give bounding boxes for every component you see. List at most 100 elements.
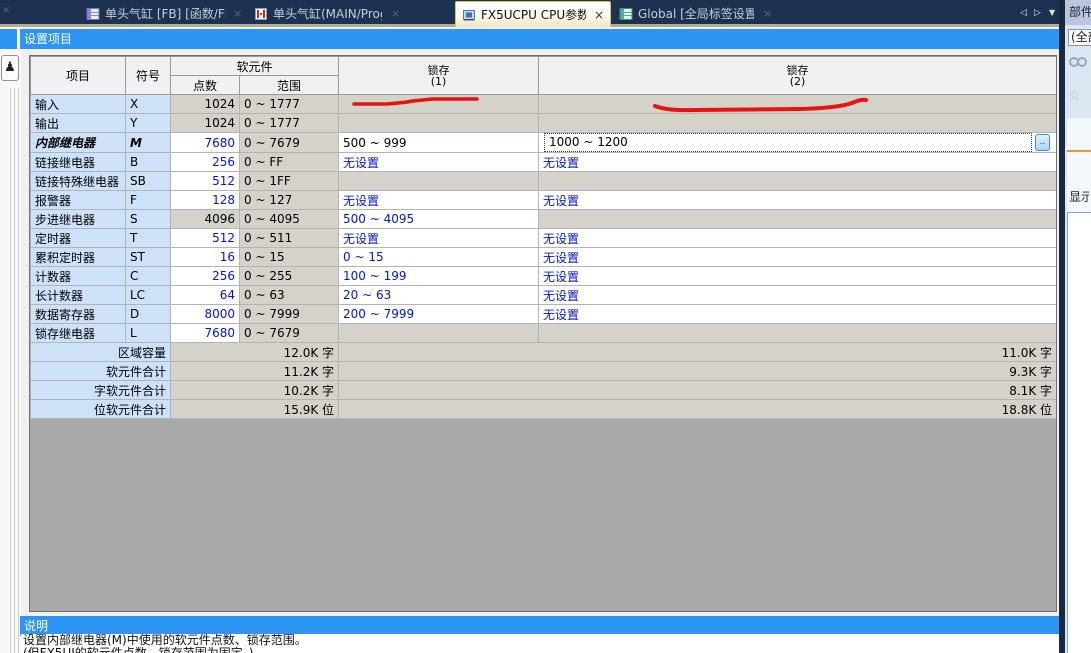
latch1-cell[interactable]: 500 ~ 999 — [339, 133, 539, 153]
range-cell: 0 ~ 7999 — [240, 305, 339, 324]
document-tab-2[interactable]: 单头气缸(MAIN/ProgPou/单... — [248, 3, 388, 24]
latch1-cell[interactable]: 200 ~ 7999 — [339, 305, 539, 324]
find-icon[interactable] — [1068, 54, 1088, 70]
device-symbol-cell: M — [126, 133, 171, 153]
summary-latch-value: 18.8K 位 — [339, 400, 1057, 419]
range-cell: 0 ~ FF — [240, 153, 339, 172]
inactive-tab-close-icon[interactable]: × — [763, 7, 772, 20]
points-cell[interactable]: 7680 — [171, 133, 240, 153]
display-target-tab[interactable]: 显示 — [1069, 188, 1089, 205]
device-item-cell: 输出 — [31, 114, 126, 133]
summary-latch-value: 9.3K 字 — [339, 362, 1057, 381]
summary-label: 软元件合计 — [31, 362, 171, 381]
summary-row-3: 字软元件合计10.2K 字8.1K 字 — [31, 381, 1057, 400]
points-cell[interactable]: 7680 — [171, 324, 240, 343]
range-cell: 0 ~ 127 — [240, 191, 339, 210]
device-symbol-cell: X — [126, 95, 171, 114]
caption-stub — [0, 29, 17, 49]
range-cell: 0 ~ 511 — [240, 229, 339, 248]
document-tab-4[interactable]: Global [全局标签设置] — [613, 3, 760, 24]
latch2-cell[interactable]: 无设置 — [539, 267, 1057, 286]
device-row-M: 内部继电器M76800 ~ 7679500 ~ 9991000 ~ 1200.. — [31, 133, 1057, 153]
tab-label: FX5UCPU CPU参数 — [481, 6, 586, 23]
latch2-cell[interactable]: 无设置 — [539, 191, 1057, 210]
document-tab-3[interactable]: FX5UCPU CPU参数 × — [455, 1, 611, 27]
latch2-cell[interactable]: 无设置 — [539, 229, 1057, 248]
latch1-cell[interactable]: 500 ~ 4095 — [339, 210, 539, 229]
points-cell[interactable]: 16 — [171, 248, 240, 267]
col-header-device: 软元件 — [171, 57, 339, 76]
device-row-S: 步进继电器S40960 ~ 4095500 ~ 4095 — [31, 210, 1057, 229]
summary-row-4: 位软元件合计15.9K 位18.8K 位 — [31, 400, 1057, 419]
inactive-tab-close-icon[interactable]: × — [233, 7, 242, 20]
points-cell[interactable]: 512 — [171, 229, 240, 248]
device-symbol-cell: T — [126, 229, 171, 248]
device-symbol-cell: Y — [126, 114, 171, 133]
device-symbol-cell: SB — [126, 172, 171, 191]
tab-close-icon[interactable]: × — [594, 8, 604, 22]
points-cell[interactable]: 512 — [171, 172, 240, 191]
summary-row-2: 软元件合计11.2K 字9.3K 字 — [31, 362, 1057, 381]
summary-latch-value: 11.0K 字 — [339, 343, 1057, 362]
points-cell[interactable]: 64 — [171, 286, 240, 305]
device-item-cell: 链接特殊继电器 — [31, 172, 126, 191]
latch1-cell-disabled — [339, 114, 539, 133]
favorites-star-icon[interactable]: ☆ — [1068, 86, 1081, 104]
device-table: 项目符号软元件锁存(1)锁存(2)点数范围输入X10240 ~ 1777输出Y1… — [30, 56, 1057, 419]
document-tab-1[interactable]: 单头气缸 [FB] [函数/FB标签设... — [80, 3, 232, 24]
latch2-cell[interactable]: 无设置 — [539, 248, 1057, 267]
latch1-cell[interactable]: 100 ~ 199 — [339, 267, 539, 286]
browse-button[interactable]: .. — [1035, 134, 1050, 151]
device-row-SB: 链接特殊继电器SB5120 ~ 1FF — [31, 172, 1057, 191]
range-cell: 0 ~ 1777 — [240, 95, 339, 114]
points-cell[interactable]: 256 — [171, 153, 240, 172]
element-filter-combobox[interactable]: (全部) — [1068, 29, 1091, 46]
left-tool-button[interactable]: ♟ — [1, 55, 19, 81]
points-cell[interactable]: 256 — [171, 267, 240, 286]
inactive-tab-close-icon[interactable]: × — [391, 7, 400, 20]
element-selection-title: 部件 — [1065, 0, 1091, 25]
device-symbol-cell: B — [126, 153, 171, 172]
tab-label: Global [全局标签设置] — [638, 5, 754, 22]
latch1-cell[interactable]: 无设置 — [339, 229, 539, 248]
points-cell[interactable]: 128 — [171, 191, 240, 210]
latch2-cell[interactable]: 无设置 — [539, 305, 1057, 324]
gx-works3-window: × ◁ ▷ ▼ 单头气缸 [FB] [函数/FB标签设... 单头气缸(MAIN/… — [0, 0, 1091, 653]
range-cell: 0 ~ 4095 — [240, 210, 339, 229]
global-label-icon — [619, 7, 633, 21]
latch1-cell[interactable]: 0 ~ 15 — [339, 248, 539, 267]
col-header-points: 点数 — [171, 76, 240, 95]
device-row-F: 报警器F1280 ~ 127无设置无设置 — [31, 191, 1057, 210]
program-icon — [254, 7, 268, 21]
explanation-caption-label: 说明 — [24, 619, 48, 633]
latch2-cell[interactable]: 无设置 — [539, 153, 1057, 172]
points-cell[interactable]: 8000 — [171, 305, 240, 324]
latch1-cell-disabled — [339, 172, 539, 191]
latch-range-edit-field[interactable]: 1000 ~ 1200 — [544, 133, 1032, 152]
fb-label-icon — [86, 7, 100, 21]
device-row-ST: 累积定时器ST160 ~ 150 ~ 15无设置 — [31, 248, 1057, 267]
range-cell: 0 ~ 7679 — [240, 133, 339, 153]
device-row-Y: 输出Y10240 ~ 1777 — [31, 114, 1057, 133]
device-row-T: 定时器T5120 ~ 511无设置无设置 — [31, 229, 1057, 248]
document-tab-bar: × ◁ ▷ ▼ 单头气缸 [FB] [函数/FB标签设... 单头气缸(MAIN/… — [0, 0, 1091, 24]
setting-item-caption: 设置项目 — [20, 29, 1059, 49]
header-row-1: 项目符号软元件锁存(1)锁存(2) — [31, 57, 1057, 76]
latch2-cell-disabled — [539, 210, 1057, 229]
tab-list-dropdown-icon[interactable]: ▼ — [1049, 8, 1055, 17]
device-symbol-cell: ST — [126, 248, 171, 267]
summary-latch-value: 8.1K 字 — [339, 381, 1057, 400]
tab-nav-prev-icon[interactable]: ◁ — [1020, 8, 1027, 18]
tab-nav-next-icon[interactable]: ▷ — [1034, 8, 1041, 18]
latch1-cell[interactable]: 无设置 — [339, 191, 539, 210]
device-item-cell: 输入 — [31, 95, 126, 114]
latch1-cell[interactable]: 20 ~ 63 — [339, 286, 539, 305]
latch1-cell-disabled — [339, 324, 539, 343]
device-symbol-cell: S — [126, 210, 171, 229]
col-header-latch2: 锁存(2) — [539, 57, 1057, 95]
dock-divider — [10, 88, 11, 653]
latch2-cell[interactable]: 无设置 — [539, 286, 1057, 305]
latch1-cell[interactable]: 无设置 — [339, 153, 539, 172]
corner-close-icon[interactable]: × — [2, 5, 10, 16]
latch2-cell-editing[interactable]: 1000 ~ 1200.. — [539, 133, 1057, 153]
